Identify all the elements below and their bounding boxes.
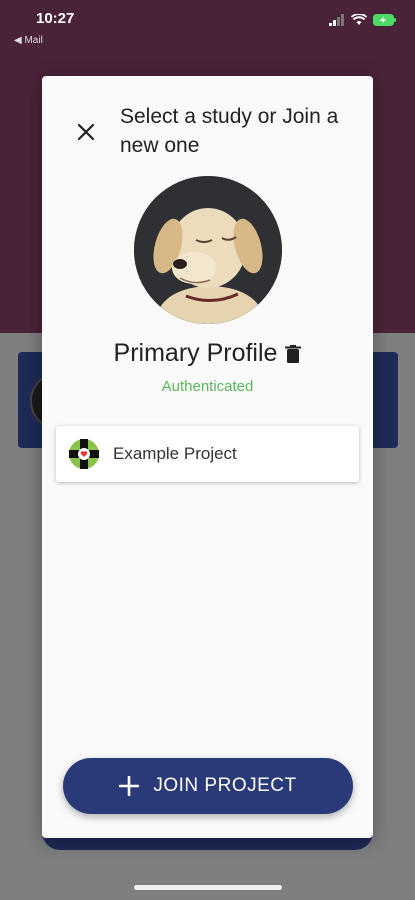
dog-photo [134,176,282,324]
project-item-example-project[interactable]: Example Project [56,426,359,482]
status-bar: 10:27 ◀ Mail [0,0,415,48]
profile-avatar [134,176,282,324]
project-label: Example Project [113,444,237,463]
close-button[interactable] [72,118,100,146]
back-to-app-link[interactable]: ◀ Mail [14,35,43,46]
profile-name-row: Primary Profile [42,339,373,368]
project-logo-icon [69,439,99,469]
wifi-icon [351,14,367,25]
battery-charging-icon [373,14,396,26]
profile-name: Primary Profile [113,339,278,367]
status-icons [329,14,397,26]
profile-status: Authenticated [161,378,254,395]
signal-icon [329,14,344,26]
join-project-label: JOIN PROJECT [153,775,297,796]
join-project-button[interactable]: JOIN PROJECT [63,758,353,814]
status-time: 10:27 [36,10,75,27]
trash-icon[interactable] [285,344,302,363]
close-icon [77,123,95,141]
plus-icon [119,776,140,796]
home-indicator[interactable] [134,885,282,890]
dialog-title: Select a study or Join a new one [120,105,339,157]
select-study-dialog: Select a study or Join a new one Primary… [42,76,373,838]
